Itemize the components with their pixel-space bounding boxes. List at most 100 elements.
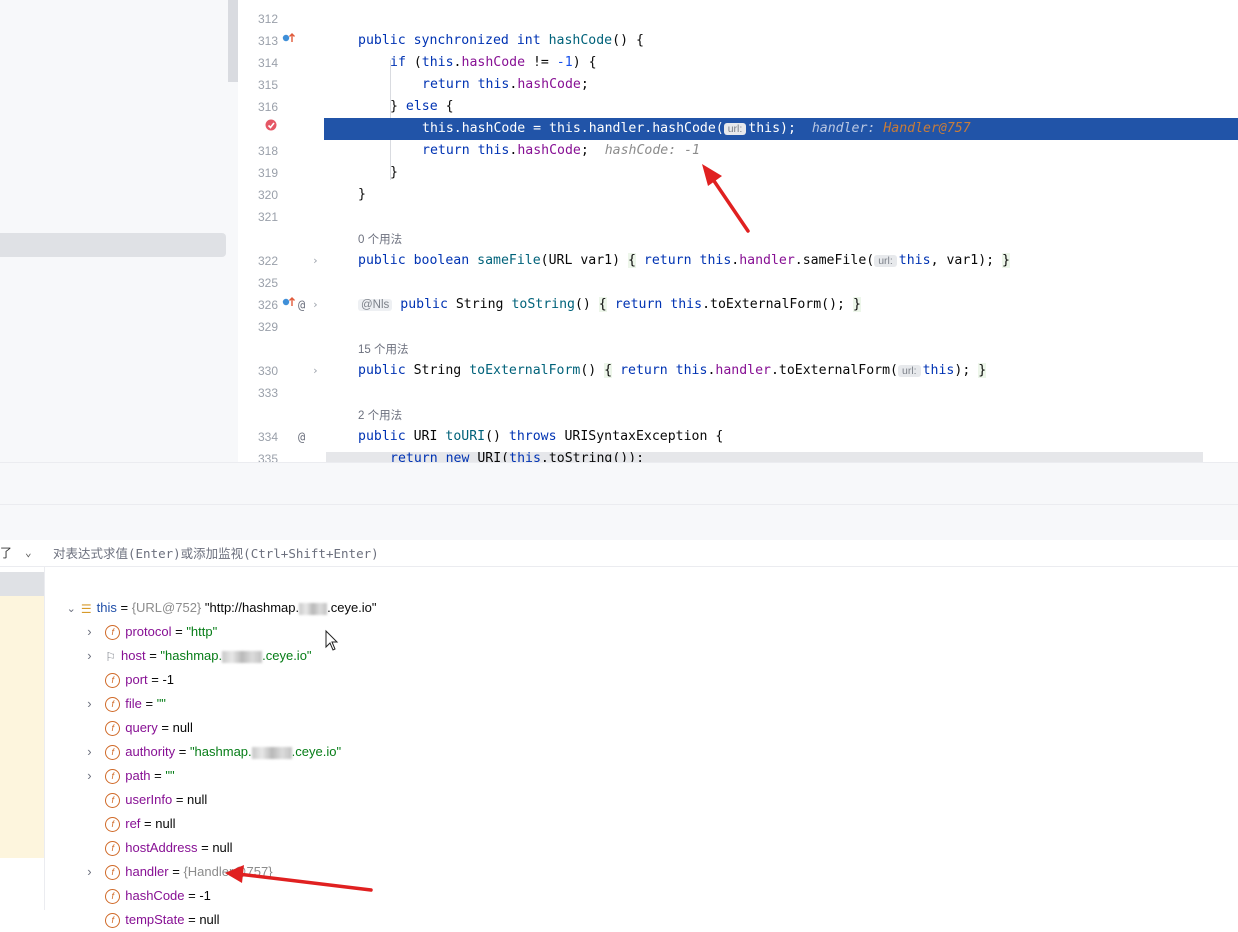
variable-row[interactable]: › f protocol = "http" — [80, 596, 217, 641]
fold-chevron-icon[interactable]: › — [312, 360, 319, 382]
equals-sign: = — [175, 744, 190, 759]
folded-brace[interactable]: } — [1002, 253, 1010, 268]
line-number: 325 — [257, 276, 278, 290]
code-token: } — [390, 99, 406, 114]
evaluate-expression-input[interactable] — [53, 544, 653, 562]
variable-row[interactable]: f tempState = null — [98, 884, 220, 929]
code-line-318: 318 return this.hashCode; hashCode: -1 — [238, 140, 1238, 162]
line-number: 316 — [257, 100, 278, 114]
code-token: return — [643, 253, 692, 268]
code-token: return — [614, 297, 663, 312]
variable-row[interactable]: › ⚐ host = "hashmap. .ceye.io" — [80, 620, 311, 664]
code-token: != — [525, 55, 557, 70]
folded-brace[interactable]: } — [852, 297, 861, 312]
variable-row[interactable]: f ref = null — [98, 788, 175, 833]
folded-brace[interactable]: { — [604, 363, 613, 378]
code-token: hashCode — [517, 143, 581, 158]
code-line-333: 333 — [238, 382, 1238, 404]
breakpoint-icon[interactable] — [264, 118, 278, 140]
frames-library-group[interactable] — [0, 596, 44, 858]
code-token: ) { — [572, 55, 597, 70]
code-token: this — [898, 253, 931, 268]
code-token: this — [922, 363, 955, 378]
line-number: 321 — [257, 210, 278, 224]
chevron-down-icon[interactable]: ⌄ — [65, 597, 77, 621]
code-editor[interactable]: 312 313 public synchronized int hashCode… — [238, 0, 1238, 462]
code-token: .toString()); — [540, 451, 645, 462]
annotation-icon[interactable]: @ — [298, 294, 305, 316]
line-number: 330 — [257, 364, 278, 378]
code-line-319: 319 } — [238, 162, 1238, 184]
code-token: .sameFile( — [794, 253, 875, 268]
folded-brace[interactable]: } — [978, 363, 987, 378]
code-line-322: 322 › public boolean sameFile(URL var1) … — [238, 250, 1238, 272]
variable-row-this[interactable]: ⌄ ☰ this = {URL@752} "http://hashmap. .cey… — [58, 572, 377, 616]
project-tree-selected-row[interactable] — [0, 233, 226, 257]
code-token: throws — [508, 429, 557, 444]
code-token: (URL var1) — [540, 253, 628, 268]
redacted-text — [222, 650, 263, 663]
variable-row[interactable]: › f path = "" — [80, 740, 175, 785]
frames-selector-label[interactable]: 了 — [0, 544, 40, 562]
variable-row[interactable]: › f handler = {Handler@757} — [80, 836, 273, 881]
override-icon[interactable] — [282, 30, 296, 52]
chevron-down-icon[interactable]: ⌄ — [25, 546, 32, 559]
usages-hint[interactable]: 0 个用法 — [358, 232, 402, 248]
code-token: public — [358, 363, 406, 378]
usages-hint[interactable]: 15 个用法 — [358, 342, 409, 358]
line-number: 312 — [257, 12, 278, 26]
line-number: 320 — [257, 188, 278, 202]
variable-row[interactable]: f userInfo = null — [98, 764, 207, 809]
redacted-text — [299, 602, 328, 615]
code-token: this — [509, 451, 541, 462]
code-line-312: 312 — [238, 8, 1238, 30]
code-line-314: 314 if (this.hashCode != -1) { — [238, 52, 1238, 74]
line-number: 319 — [257, 166, 278, 180]
code-token: public — [358, 429, 406, 444]
parameter-hint: url: — [723, 123, 747, 135]
code-token: . — [453, 55, 462, 70]
code-token: ; — [580, 77, 589, 92]
variable-row[interactable]: › f authority = "hashmap. .ceye.io" — [80, 716, 341, 761]
code-token: handler — [715, 363, 771, 378]
variable-value: .ceye.io" — [262, 648, 312, 663]
line-number: 315 — [257, 78, 278, 92]
variable-row-hashcode[interactable]: f hashCode = -1 — [98, 860, 211, 905]
variable-value: null — [187, 792, 208, 807]
annotation-icon[interactable]: @ — [298, 426, 305, 448]
project-panel — [0, 0, 238, 462]
line-number: 313 — [257, 34, 278, 48]
code-token: public — [400, 297, 448, 312]
line-number: 326 — [257, 298, 278, 312]
variable-row[interactable]: › f file = "" — [80, 668, 166, 713]
code-token: handler — [739, 253, 795, 268]
variable-row[interactable]: f query = null — [98, 692, 193, 737]
folded-brace[interactable]: { — [628, 253, 636, 268]
code-token: hashCode — [517, 77, 581, 92]
code-token: () { — [612, 33, 644, 48]
debug-toolbar — [0, 462, 1238, 505]
code-line-330: 330 › public String toExternalForm() { r… — [238, 360, 1238, 382]
fold-chevron-icon[interactable]: › — [312, 294, 319, 316]
code-token: toString — [511, 297, 575, 312]
code-token: synchronized — [413, 33, 509, 48]
code-line-326: 326 @ › @Nls public String toString() { … — [238, 294, 1238, 316]
folded-brace[interactable]: { — [598, 297, 607, 312]
code-token: new — [445, 451, 470, 462]
usages-hint[interactable]: 2 个用法 — [358, 408, 402, 424]
redacted-text — [251, 746, 292, 759]
variable-row[interactable]: f hostAddress = null — [98, 812, 233, 857]
code-line-321: 321 — [238, 206, 1238, 228]
fold-chevron-icon[interactable]: › — [312, 250, 319, 272]
frame-selected[interactable] — [0, 572, 44, 596]
line-number: 334 — [257, 430, 278, 444]
project-panel-scrollbar[interactable] — [228, 0, 238, 82]
variable-value: "hashmap. — [189, 744, 252, 759]
override-icon[interactable] — [282, 294, 296, 316]
code-token: .toExternalForm( — [770, 363, 899, 378]
variable-name: tempState — [125, 912, 185, 927]
code-token: this — [675, 363, 708, 378]
code-token: this — [477, 77, 510, 92]
variable-row[interactable]: f port = -1 — [98, 644, 174, 689]
line-number: 314 — [257, 56, 278, 70]
